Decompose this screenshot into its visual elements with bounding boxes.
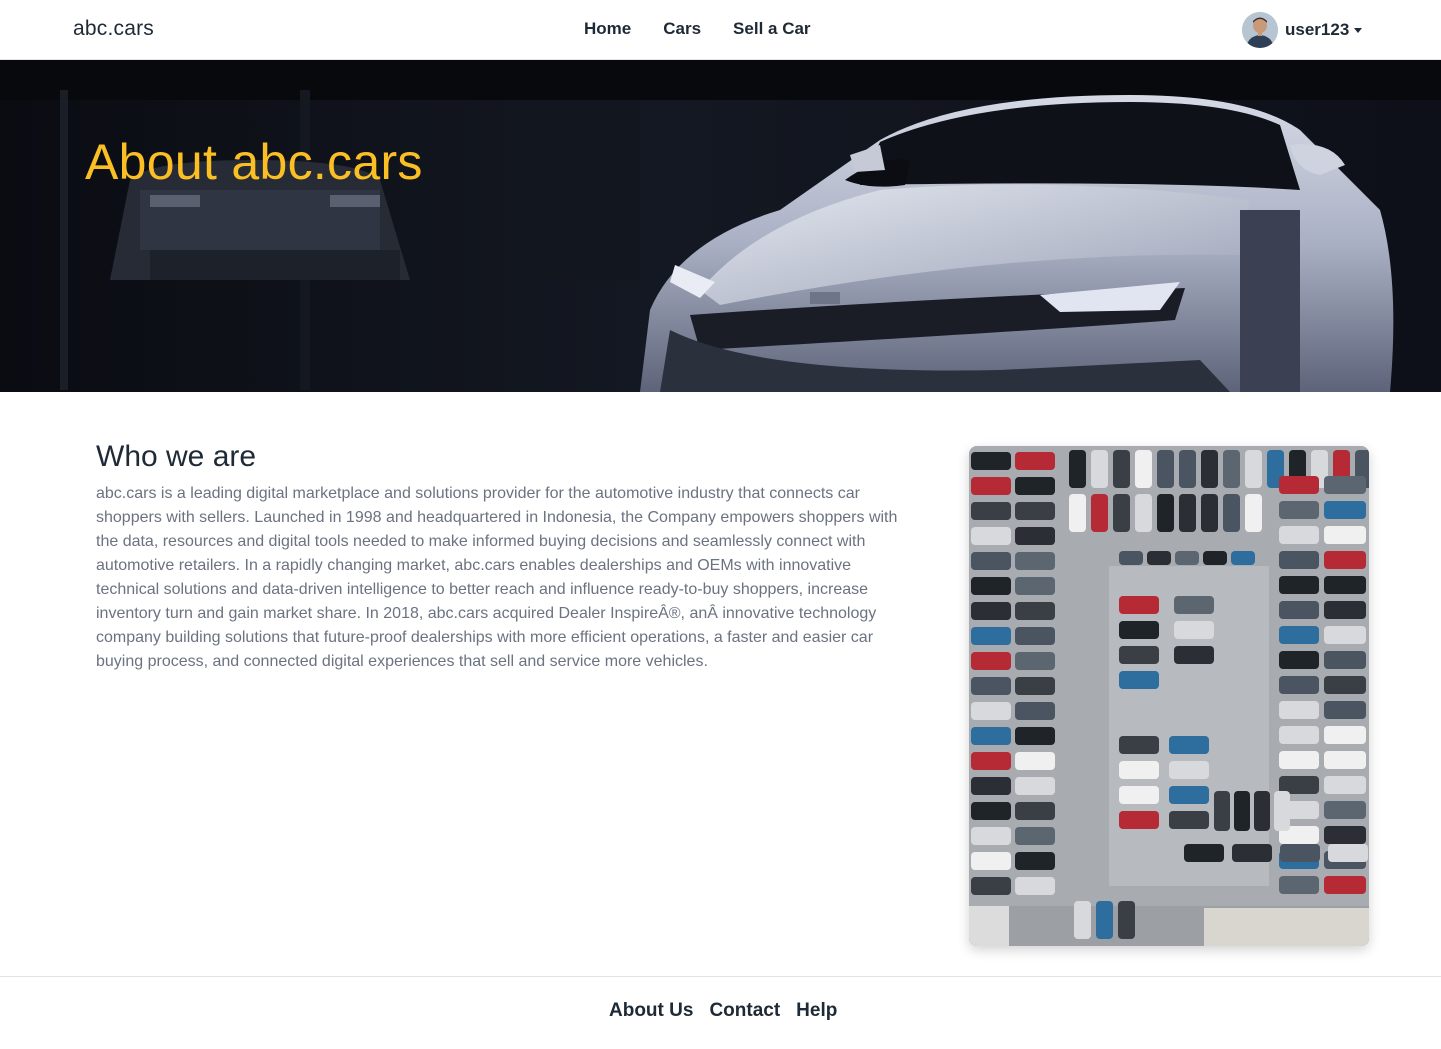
footer-link-contact[interactable]: Contact: [709, 1000, 780, 1022]
chevron-down-icon: [1354, 27, 1363, 33]
hero-title: About abc.cars: [85, 134, 423, 190]
nav-link-cars[interactable]: Cars: [663, 19, 701, 39]
sports-car-photo: [0, 60, 1441, 392]
navbar: abc.cars Home Cars Sell a Car user123: [0, 0, 1441, 60]
footer: About Us Contact Help: [0, 976, 1441, 1049]
username-label: user123: [1285, 20, 1350, 39]
nav-link-sell-a-car[interactable]: Sell a Car: [733, 19, 811, 39]
user-avatar-icon: [1242, 12, 1278, 48]
nav-links: Home Cars Sell a Car: [584, 19, 811, 39]
footer-link-help[interactable]: Help: [796, 1000, 837, 1022]
hero-banner: About abc.cars: [0, 60, 1441, 392]
parking-lot-aerial-photo: [969, 446, 1369, 946]
about-paragraph: abc.cars is a leading digital marketplac…: [96, 485, 898, 670]
section-heading: Who we are: [96, 440, 257, 473]
nav-link-home[interactable]: Home: [584, 19, 631, 39]
brand-logo[interactable]: abc.cars: [73, 17, 154, 41]
footer-links: About Us Contact Help: [609, 1000, 837, 1022]
footer-link-about-us[interactable]: About Us: [609, 1000, 693, 1022]
user-menu-dropdown[interactable]: user123: [1242, 12, 1363, 48]
